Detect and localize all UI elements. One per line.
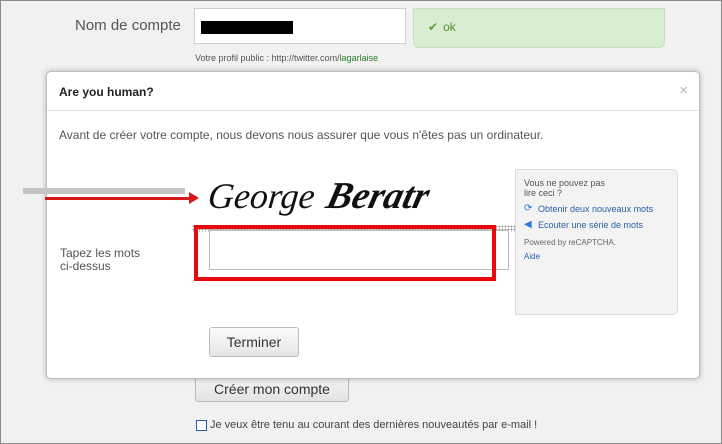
annotation-arrow xyxy=(45,197,193,200)
profile-url-prefix: Votre profil public : http://twitter.com… xyxy=(195,53,340,63)
ok-text: ok xyxy=(443,20,456,34)
audio-challenge-link[interactable]: ◀ Ecouter une série de mots xyxy=(524,219,671,231)
check-icon: ✔ xyxy=(428,20,439,34)
validation-ok-badge: ✔ ok xyxy=(413,8,665,48)
profile-handle: lagarlaise xyxy=(339,53,379,63)
annotation-arrow-shadow xyxy=(23,188,185,194)
account-name-label: Nom de compte xyxy=(75,17,181,34)
close-icon[interactable]: × xyxy=(679,82,688,99)
powered-by-recaptcha: Powered by reCAPTCHA. xyxy=(524,238,617,247)
page-frame: Nom de compte ✔ ok Votre profil public : … xyxy=(0,0,722,444)
captcha-word-2: Beratr xyxy=(321,176,435,217)
speaker-icon: ◀ xyxy=(524,219,532,230)
redacted-username xyxy=(201,21,293,34)
annotation-arrow-head xyxy=(189,192,199,204)
help-link[interactable]: Aide xyxy=(524,252,671,261)
refresh-words-label: Obtenir deux nouveaux mots xyxy=(538,204,654,214)
public-profile-hint: Votre profil public : http://twitter.com… xyxy=(195,53,378,63)
finish-button[interactable]: Terminer xyxy=(209,327,299,357)
captcha-input-label: Tapez les mots ci-dessus xyxy=(60,247,140,273)
account-name-input[interactable] xyxy=(194,8,406,44)
refresh-words-link[interactable]: ⟳ Obtenir deux nouveaux mots xyxy=(524,203,671,215)
captcha-image: George Beratr xyxy=(209,170,515,222)
dialog-title: Are you human? xyxy=(59,85,154,99)
dialog-intro-text: Avant de créer votre compte, nous devons… xyxy=(59,128,544,142)
refresh-icon: ⟳ xyxy=(524,203,533,214)
dialog-header: Are you human? × xyxy=(47,72,699,111)
captcha-label-line1: Tapez les mots xyxy=(60,246,141,260)
captcha-word-1: George xyxy=(209,176,317,216)
newsletter-checkbox[interactable] xyxy=(196,419,207,431)
newsletter-label: Je veux être tenu au courant des dernièr… xyxy=(210,419,538,431)
captcha-dialog: Are you human? × Avant de créer votre co… xyxy=(46,71,700,379)
newsletter-option[interactable]: Je veux être tenu au courant des dernièr… xyxy=(196,419,537,431)
recaptcha-panel: Vous ne pouvez pas lire ceci ? ⟳ Obtenir … xyxy=(515,169,678,315)
audio-challenge-label: Ecouter une série de mots xyxy=(538,220,644,230)
captcha-response-input[interactable] xyxy=(209,230,509,270)
cant-read-text: Vous ne pouvez pas lire ceci ? xyxy=(524,178,606,198)
captcha-label-line2: ci-dessus xyxy=(60,259,111,273)
